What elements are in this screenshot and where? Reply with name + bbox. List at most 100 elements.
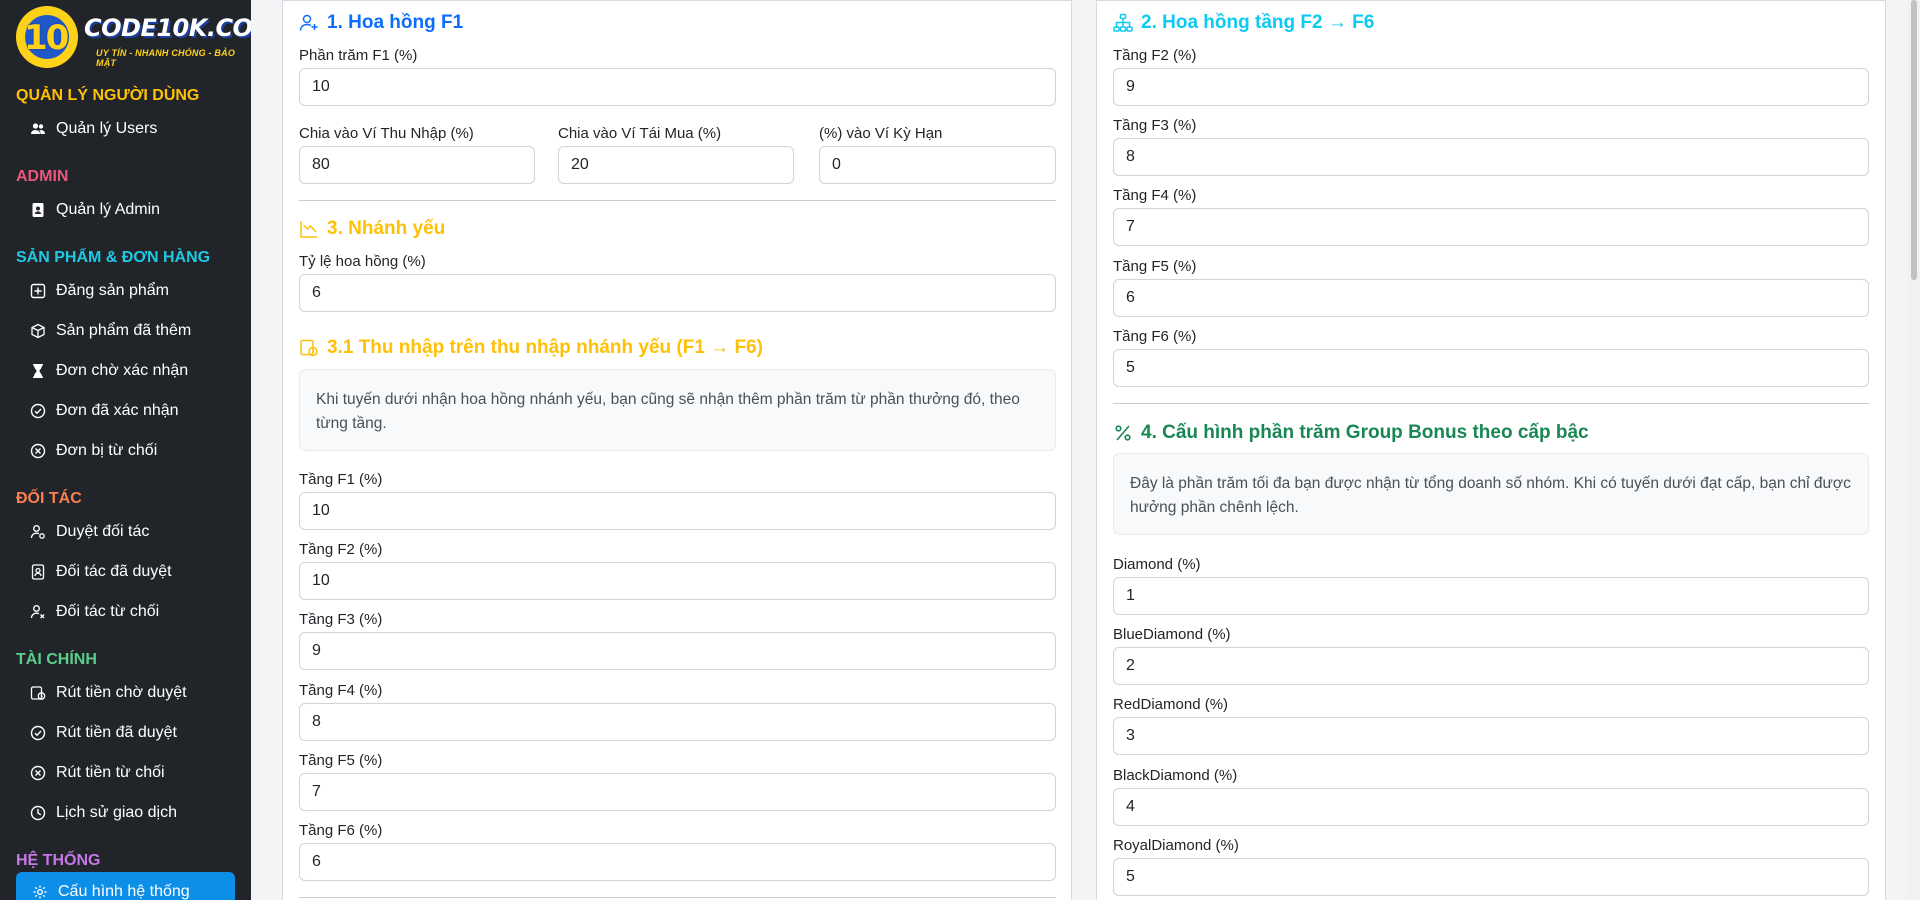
rank-blue-diamond-input[interactable] bbox=[1113, 647, 1869, 685]
sidebar-item-rejected-partners[interactable]: Đối tác từ chối bbox=[30, 597, 159, 627]
level-f1-input[interactable] bbox=[299, 492, 1056, 530]
logo-tagline: UY TÍN - NHANH CHÓNG - BẢO MẬT bbox=[96, 48, 236, 68]
user-x-icon bbox=[30, 605, 45, 619]
chart-down-icon bbox=[300, 221, 317, 238]
sidebar-item-admin[interactable]: Quản lý Admin bbox=[30, 195, 160, 225]
level-f4-label: Tầng F4 (%) bbox=[299, 682, 383, 699]
brand-logo[interactable]: 10 CODE10K.COM UY TÍN - NHANH CHÓNG - BẢ… bbox=[14, 6, 251, 70]
rank-diamond-input[interactable] bbox=[1113, 577, 1869, 615]
sidebar-item-label: Đơn chờ xác nhận bbox=[56, 362, 189, 379]
sidebar-item-pending-withdrawals[interactable]: Rút tiền chờ duyệt bbox=[30, 678, 187, 708]
rank-royal-diamond-label: RoyalDiamond (%) bbox=[1113, 837, 1239, 854]
scrollbar-thumb[interactable] bbox=[1911, 0, 1917, 280]
level-f2-input[interactable] bbox=[299, 562, 1056, 600]
divider bbox=[299, 200, 1056, 201]
rank-blue-diamond-label: BlueDiamond (%) bbox=[1113, 626, 1231, 643]
section-title-admin: ADMIN bbox=[16, 168, 69, 185]
sidebar-item-products[interactable]: Sản phẩm đã thêm bbox=[30, 316, 191, 346]
sidebar-item-label: Quản lý Users bbox=[56, 120, 158, 137]
section-heading-levels: 2. Hoa hồng tầng F2 → F6 bbox=[1113, 12, 1374, 34]
f1-percent-label: Phần trăm F1 (%) bbox=[299, 47, 418, 64]
logo-name: CODE10K.COM bbox=[84, 14, 251, 42]
sidebar-item-review-partners[interactable]: Duyệt đối tác bbox=[30, 517, 149, 547]
sidebar-item-users[interactable]: Quản lý Users bbox=[30, 114, 157, 144]
x-circle-icon bbox=[30, 765, 46, 781]
rank-black-diamond-input[interactable] bbox=[1113, 788, 1869, 826]
rebuy-wallet-label: Chia vào Ví Tái Mua (%) bbox=[558, 125, 722, 142]
user-gear-icon bbox=[30, 525, 45, 539]
tier-f3-label: Tầng F3 (%) bbox=[1113, 117, 1197, 134]
page-scrollbar[interactable] bbox=[1908, 0, 1920, 900]
sidebar-item-label: Đối tác đã duyệt bbox=[56, 563, 172, 580]
tier-f4-label: Tầng F4 (%) bbox=[1113, 187, 1197, 204]
income-wallet-input[interactable] bbox=[299, 146, 535, 184]
commission-card-right: 2. Hoa hồng tầng F2 → F6 Tầng F2 (%) Tần… bbox=[1096, 0, 1886, 900]
commission-card-left: 1. Hoa hồng F1 Phần trăm F1 (%) Chia vào… bbox=[282, 0, 1072, 900]
tier-f3-input[interactable] bbox=[1113, 138, 1869, 176]
weak-rate-input[interactable] bbox=[299, 274, 1056, 312]
sidebar-item-rejected-withdrawals[interactable]: Rút tiền từ chối bbox=[30, 758, 165, 788]
rank-red-diamond-input[interactable] bbox=[1113, 717, 1869, 755]
plus-square-icon bbox=[30, 283, 46, 299]
section-title-users: QUẢN LÝ NGƯỜI DÙNG bbox=[16, 87, 200, 104]
weak-income-note: Khi tuyến dưới nhận hoa hồng nhánh yếu, … bbox=[299, 369, 1056, 451]
tier-f2-input[interactable] bbox=[1113, 68, 1869, 106]
id-badge-icon bbox=[32, 203, 44, 217]
level-f3-input[interactable] bbox=[299, 632, 1056, 670]
level-f5-input[interactable] bbox=[299, 773, 1056, 811]
section-title-products: SẢN PHẨM & ĐƠN HÀNG bbox=[16, 249, 211, 266]
level-f6-input[interactable] bbox=[299, 843, 1056, 881]
sidebar-item-label: Duyệt đối tác bbox=[56, 523, 150, 540]
income-wallet-label: Chia vào Ví Thu Nhập (%) bbox=[299, 125, 474, 142]
clock-icon bbox=[30, 805, 46, 821]
sidebar-item-transaction-history[interactable]: Lịch sử giao dịch bbox=[30, 798, 177, 828]
sidebar-item-confirmed-orders[interactable]: Đơn đã xác nhận bbox=[30, 396, 179, 426]
term-wallet-input[interactable] bbox=[819, 146, 1056, 184]
tier-f2-label: Tầng F2 (%) bbox=[1113, 47, 1197, 64]
tier-f5-label: Tầng F5 (%) bbox=[1113, 258, 1197, 275]
sidebar-item-pending-orders[interactable]: Đơn chờ xác nhận bbox=[30, 356, 188, 386]
check-circle-icon bbox=[30, 403, 46, 419]
section-heading-f1: 1. Hoa hồng F1 bbox=[299, 12, 463, 34]
term-wallet-label: (%) vào Ví Kỳ Hạn bbox=[819, 125, 943, 142]
sidebar-item-rejected-orders[interactable]: Đơn bị từ chối bbox=[30, 436, 157, 466]
tier-f5-input[interactable] bbox=[1113, 279, 1869, 317]
rank-black-diamond-label: BlackDiamond (%) bbox=[1113, 767, 1238, 784]
rebuy-wallet-input[interactable] bbox=[558, 146, 794, 184]
section-title-finance: TÀI CHÍNH bbox=[16, 651, 97, 668]
users-icon bbox=[31, 123, 45, 134]
sidebar-item-approved-partners[interactable]: Đối tác đã duyệt bbox=[30, 557, 172, 587]
tier-f6-input[interactable] bbox=[1113, 349, 1869, 387]
sidebar-item-label: Rút tiền chờ duyệt bbox=[56, 684, 187, 701]
divider bbox=[1113, 403, 1869, 404]
user-plus-icon bbox=[299, 14, 318, 31]
sidebar-item-label: Đơn bị từ chối bbox=[56, 442, 158, 459]
sidebar-item-label: Quản lý Admin bbox=[56, 201, 161, 218]
rank-diamond-label: Diamond (%) bbox=[1113, 556, 1201, 573]
id-badge-icon bbox=[31, 564, 45, 580]
tier-f4-input[interactable] bbox=[1113, 208, 1869, 246]
sidebar-item-approved-withdrawals[interactable]: Rút tiền đã duyệt bbox=[30, 718, 177, 748]
sidebar-item-label: Đơn đã xác nhận bbox=[56, 402, 179, 419]
sidebar: 10 CODE10K.COM UY TÍN - NHANH CHÓNG - BẢ… bbox=[0, 0, 251, 900]
cash-clock-icon bbox=[30, 686, 46, 700]
sidebar-item-system-config[interactable]: Cấu hình hệ thống bbox=[16, 872, 235, 900]
logo-number: 10 bbox=[24, 18, 69, 58]
level-f4-input[interactable] bbox=[299, 703, 1056, 741]
box-icon bbox=[31, 323, 45, 339]
check-circle-icon bbox=[30, 725, 46, 741]
sidebar-item-label: Đăng sản phẩm bbox=[56, 282, 169, 299]
rank-red-diamond-label: RedDiamond (%) bbox=[1113, 696, 1229, 713]
sidebar-item-label: Lịch sử giao dịch bbox=[56, 804, 177, 821]
cash-clock-icon bbox=[300, 339, 318, 357]
sidebar-item-label: Sản phẩm đã thêm bbox=[56, 322, 192, 339]
sidebar-item-label: Rút tiền từ chối bbox=[56, 764, 165, 781]
hourglass-icon bbox=[33, 364, 43, 378]
group-bonus-note: Đây là phần trăm tối đa bạn được nhận từ… bbox=[1113, 453, 1869, 535]
sidebar-item-label: Rút tiền đã duyệt bbox=[56, 724, 177, 741]
rank-royal-diamond-input[interactable] bbox=[1113, 858, 1869, 896]
f1-percent-input[interactable] bbox=[299, 68, 1056, 106]
percent-icon bbox=[1115, 425, 1131, 441]
sidebar-item-add-product[interactable]: Đăng sản phẩm bbox=[30, 276, 169, 306]
divider bbox=[299, 897, 1056, 898]
